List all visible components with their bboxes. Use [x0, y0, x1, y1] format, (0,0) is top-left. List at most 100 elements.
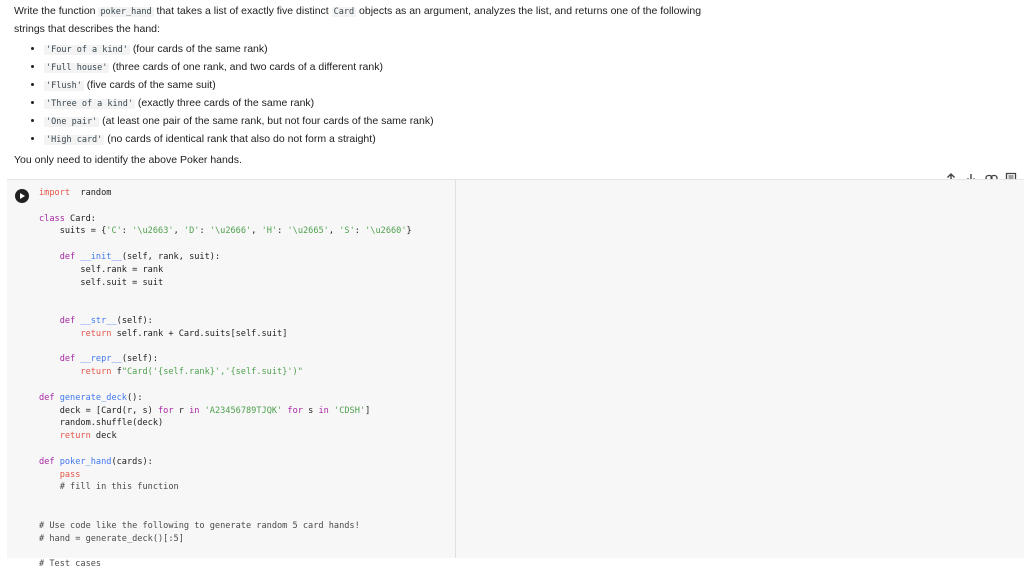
code-token: ():: [126, 392, 143, 403]
instructions-text-cell: Write the function poker_hand that takes…: [14, 3, 714, 169]
code-token: :: [354, 226, 366, 237]
run-cell-button[interactable]: [15, 189, 29, 203]
code-token: # Use code like the following to generat…: [39, 520, 360, 531]
code-token: self.suit = suit: [39, 277, 164, 288]
code-line: ​: [39, 238, 453, 251]
hand-list-item: 'Full house' (three cards of one rank, a…: [44, 59, 714, 77]
code-token: (cards):: [111, 456, 153, 467]
code-token: def: [59, 354, 76, 365]
code-line: ​: [39, 289, 453, 302]
code-token: deck = [Card(r, s): [39, 405, 158, 416]
code-line: ​: [39, 200, 453, 213]
code-token: generate_deck: [54, 392, 127, 403]
code-token: import: [39, 188, 71, 198]
code-token: f: [111, 367, 122, 378]
code-token: ,: [173, 226, 184, 237]
code-line: class Card:: [39, 213, 453, 226]
code-token: ]: [365, 405, 371, 416]
hand-name-code: 'Three of a kind': [44, 99, 135, 109]
code-token: return: [59, 431, 91, 442]
code-token: poker_hand: [54, 456, 112, 467]
hand-description: (exactly three cards of the same rank): [137, 97, 315, 109]
code-line: def generate_deck():: [39, 392, 453, 405]
code-line: ​: [39, 379, 453, 392]
code-token: pass: [59, 469, 81, 480]
code-token: "Card('{self.rank}','{self.suit}')": [121, 367, 303, 378]
code-line: # fill in this function: [39, 481, 453, 494]
hand-description: (four cards of the same rank): [132, 43, 268, 55]
code-token: def: [39, 456, 55, 467]
code-line: import random: [39, 187, 453, 200]
code-token: class: [39, 213, 65, 224]
code-token: in: [189, 405, 200, 416]
code-text[interactable]: import random​class Card: suits = {'C': …: [31, 180, 453, 571]
code-line: def __str__(self):: [39, 315, 453, 328]
code-token: :: [277, 226, 288, 237]
code-cell: import random​class Card: suits = {'C': …: [7, 179, 1024, 569]
code-token: __init__: [75, 251, 122, 262]
hand-name-code: 'High card': [44, 135, 105, 145]
code-token: ,: [328, 226, 340, 237]
code-token: :: [121, 226, 133, 237]
code-token: # hand = generate_deck()[:5]: [39, 533, 184, 544]
code-line: ​: [39, 494, 453, 507]
code-token: }: [406, 226, 412, 237]
code-token: (self):: [121, 354, 159, 365]
code-token: # Test cases: [39, 559, 102, 570]
hand-description: (five cards of the same suit): [86, 79, 216, 91]
intro-text: that takes a list of exactly five distin…: [153, 5, 332, 17]
code-token: '\u2663': [132, 226, 174, 237]
hand-name-code: 'One pair': [44, 117, 100, 127]
code-line: suits = {'C': '\u2663', 'D': '\u2666', '…: [39, 225, 453, 238]
code-line: self.suit = suit: [39, 277, 453, 290]
code-token: ,: [251, 226, 262, 237]
code-token: '\u2665': [287, 226, 329, 237]
code-token: def: [39, 392, 55, 403]
code-line: def __init__(self, rank, suit):: [39, 251, 453, 264]
hand-list-item: 'Three of a kind' (exactly three cards o…: [44, 95, 714, 113]
code-token: '\u2660': [365, 226, 407, 237]
code-token: 'A23456789TJQK': [204, 405, 283, 416]
code-token: s: [302, 405, 319, 416]
code-token: self.rank = rank: [39, 264, 164, 275]
code-token: Card:: [64, 213, 96, 224]
hand-name-code: 'Flush': [44, 81, 84, 91]
code-token: def: [59, 251, 76, 262]
code-token: random.shuffle(deck): [39, 418, 164, 429]
code-line: def poker_hand(cards):: [39, 456, 453, 469]
hand-list-item: 'High card' (no cards of identical rank …: [44, 131, 714, 149]
code-line: pass: [39, 469, 453, 482]
code-editor[interactable]: import random​class Card: suits = {'C': …: [31, 180, 453, 569]
code-line: return self.rank + Card.suits[self.suit]: [39, 328, 453, 341]
code-line: # Use code like the following to generat…: [39, 520, 453, 533]
class-name-code: Card: [331, 7, 357, 17]
hand-description: (three cards of one rank, and two cards …: [112, 61, 383, 73]
code-line: return deck: [39, 430, 453, 443]
hand-list-item: 'Flush' (five cards of the same suit): [44, 77, 714, 95]
code-line: ​: [39, 341, 453, 354]
code-token: random: [70, 188, 112, 198]
hand-list: 'Four of a kind' (four cards of the same…: [14, 41, 714, 149]
code-line: return f"Card('{self.rank}','{self.suit}…: [39, 366, 453, 379]
function-name-code: poker_hand: [98, 7, 154, 17]
code-token: for: [158, 405, 174, 416]
code-token: 'H': [261, 226, 278, 237]
code-line: ​: [39, 545, 453, 558]
code-token: suits = {: [39, 226, 107, 237]
code-token: r: [173, 405, 190, 416]
code-token: self.rank + Card.suits[self.suit]: [111, 328, 288, 339]
code-token: '\u2666': [209, 226, 252, 237]
code-token: :: [199, 226, 210, 237]
code-line: random.shuffle(deck): [39, 417, 453, 430]
code-token: 'C': [106, 226, 122, 237]
code-line: ​: [39, 443, 453, 456]
intro-paragraph: Write the function poker_hand that takes…: [14, 3, 714, 38]
code-line: def __repr__(self):: [39, 353, 453, 366]
code-token: deck: [90, 431, 117, 442]
hand-list-item: 'One pair' (at least one pair of the sam…: [44, 113, 714, 131]
code-line: ​: [39, 302, 453, 315]
intro-text: Write the function: [14, 5, 99, 17]
code-token: __str__: [75, 315, 117, 326]
